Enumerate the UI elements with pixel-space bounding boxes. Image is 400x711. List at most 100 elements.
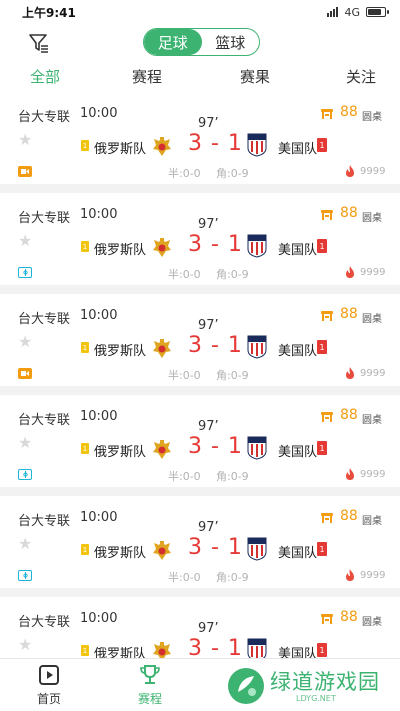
heat-count: 9999	[360, 368, 386, 379]
tab-schedule[interactable]: 赛程	[132, 66, 162, 87]
heat-count: 9999	[360, 166, 386, 177]
russia-crest-icon	[153, 238, 171, 257]
match-minute: 97’	[198, 217, 219, 232]
match-card[interactable]: 台大专联 10:00 97’ ★ 1 俄罗斯队 3 - 1 美国队 1 半:0-…	[0, 395, 400, 487]
match-score: 3 - 1	[188, 535, 243, 560]
league-name: 台大专联	[18, 615, 71, 630]
away-team-name: 美国队	[278, 546, 318, 561]
round-table-icon	[321, 311, 333, 321]
round-table-label[interactable]: 圆桌	[362, 209, 382, 224]
match-minute: 97’	[198, 621, 219, 636]
usa-crest-icon	[247, 133, 267, 157]
match-list: 台大专联 10:00 97’ ★ 1 俄罗斯队 3 - 1 美国队 1 半:0-…	[0, 92, 400, 658]
match-minute: 97’	[198, 116, 219, 131]
favorite-star-icon[interactable]: ★	[18, 534, 32, 553]
match-time: 10:00	[80, 510, 118, 525]
favorite-star-icon[interactable]: ★	[18, 433, 32, 452]
yellow-card-badge: 1	[81, 342, 89, 353]
favorite-star-icon[interactable]: ★	[18, 635, 32, 654]
fire-icon	[346, 165, 354, 177]
filter-icon	[29, 34, 48, 53]
russia-crest-icon	[153, 339, 171, 358]
yellow-card-badge: 1	[81, 443, 89, 454]
home-team-name: 俄罗斯队	[94, 243, 147, 258]
watermark-text: 绿道游戏园	[270, 670, 380, 694]
round-table-label[interactable]: 圆桌	[362, 108, 382, 123]
round-table-icon	[321, 412, 333, 422]
animation-stream-icon[interactable]	[18, 267, 32, 278]
match-score: 3 - 1	[188, 636, 243, 658]
video-stream-icon[interactable]	[18, 166, 32, 177]
heat-count: 9999	[360, 469, 386, 480]
match-card[interactable]: 台大专联 10:00 97’ ★ 1 俄罗斯队 3 - 1 美国队 1 88 圆…	[0, 597, 400, 658]
russia-crest-icon	[153, 541, 171, 560]
yellow-card-badge: 1	[81, 544, 89, 555]
usa-crest-icon	[247, 537, 267, 561]
animation-stream-icon[interactable]	[18, 570, 32, 581]
match-card[interactable]: 台大专联 10:00 97’ ★ 1 俄罗斯队 3 - 1 美国队 1 半:0-…	[0, 294, 400, 386]
russia-crest-icon	[153, 440, 171, 459]
league-name: 台大专联	[18, 110, 71, 125]
tab-following[interactable]: 关注	[346, 66, 376, 87]
match-card[interactable]: 台大专联 10:00 97’ ★ 1 俄罗斯队 3 - 1 美国队 1 半:0-…	[0, 92, 400, 184]
corner-count: 角:0-9	[216, 268, 249, 281]
status-indicators: 4G	[327, 5, 389, 19]
half-time-score: 半:0-0	[168, 268, 201, 281]
heat-count: 9999	[360, 570, 386, 581]
red-card-badge: 1	[317, 138, 327, 152]
odds-value: 88	[340, 306, 358, 322]
favorite-star-icon[interactable]: ★	[18, 130, 32, 149]
fire-icon	[346, 367, 354, 379]
sport-option-football[interactable]: 足球	[144, 29, 202, 55]
match-time: 10:00	[80, 409, 118, 424]
half-time-score: 半:0-0	[168, 167, 201, 180]
network-label: 4G	[344, 5, 360, 19]
heat-count: 9999	[360, 267, 386, 278]
odds-value: 88	[340, 205, 358, 221]
watermark-url: LDYG.NET	[296, 694, 336, 703]
match-card[interactable]: 台大专联 10:00 97’ ★ 1 俄罗斯队 3 - 1 美国队 1 半:0-…	[0, 193, 400, 285]
filter-button[interactable]	[28, 32, 50, 54]
match-card[interactable]: 台大专联 10:00 97’ ★ 1 俄罗斯队 3 - 1 美国队 1 半:0-…	[0, 496, 400, 588]
tab-all[interactable]: 全部	[30, 66, 60, 87]
nav-home[interactable]: 首页	[24, 663, 74, 707]
match-time: 10:00	[80, 308, 118, 323]
video-stream-icon[interactable]	[18, 368, 32, 379]
usa-crest-icon	[247, 234, 267, 258]
away-team-name: 美国队	[278, 647, 318, 658]
nav-home-label: 首页	[36, 692, 61, 706]
odds-value: 88	[340, 508, 358, 524]
nav-schedule-label: 赛程	[137, 692, 162, 706]
sport-toggle: 足球 篮球	[143, 28, 260, 56]
round-table-label[interactable]: 圆桌	[362, 411, 382, 426]
animation-stream-icon[interactable]	[18, 469, 32, 480]
nav-schedule[interactable]: 赛程	[125, 663, 175, 707]
away-team-name: 美国队	[278, 445, 318, 460]
favorite-star-icon[interactable]: ★	[18, 231, 32, 250]
match-time: 10:00	[80, 106, 118, 121]
battery-icon	[366, 7, 389, 17]
russia-crest-icon	[153, 137, 171, 156]
odds-value: 88	[340, 104, 358, 120]
tab-results[interactable]: 赛果	[240, 66, 270, 87]
yellow-card-badge: 1	[81, 645, 89, 656]
fire-icon	[346, 468, 354, 480]
yellow-card-badge: 1	[81, 241, 89, 252]
league-name: 台大专联	[18, 514, 71, 529]
match-time: 10:00	[80, 207, 118, 222]
round-table-label[interactable]: 圆桌	[362, 310, 382, 325]
trophy-icon	[140, 665, 160, 684]
red-card-badge: 1	[317, 441, 327, 455]
round-table-label[interactable]: 圆桌	[362, 613, 382, 628]
odds-value: 88	[340, 407, 358, 423]
match-minute: 97’	[198, 318, 219, 333]
favorite-star-icon[interactable]: ★	[18, 332, 32, 351]
match-score: 3 - 1	[188, 333, 243, 358]
round-table-label[interactable]: 圆桌	[362, 512, 382, 527]
league-name: 台大专联	[18, 312, 71, 327]
half-time-score: 半:0-0	[168, 470, 201, 483]
sport-option-basketball[interactable]: 篮球	[202, 29, 260, 55]
odds-value: 88	[340, 609, 358, 625]
round-table-icon	[321, 614, 333, 624]
usa-crest-icon	[247, 638, 267, 658]
